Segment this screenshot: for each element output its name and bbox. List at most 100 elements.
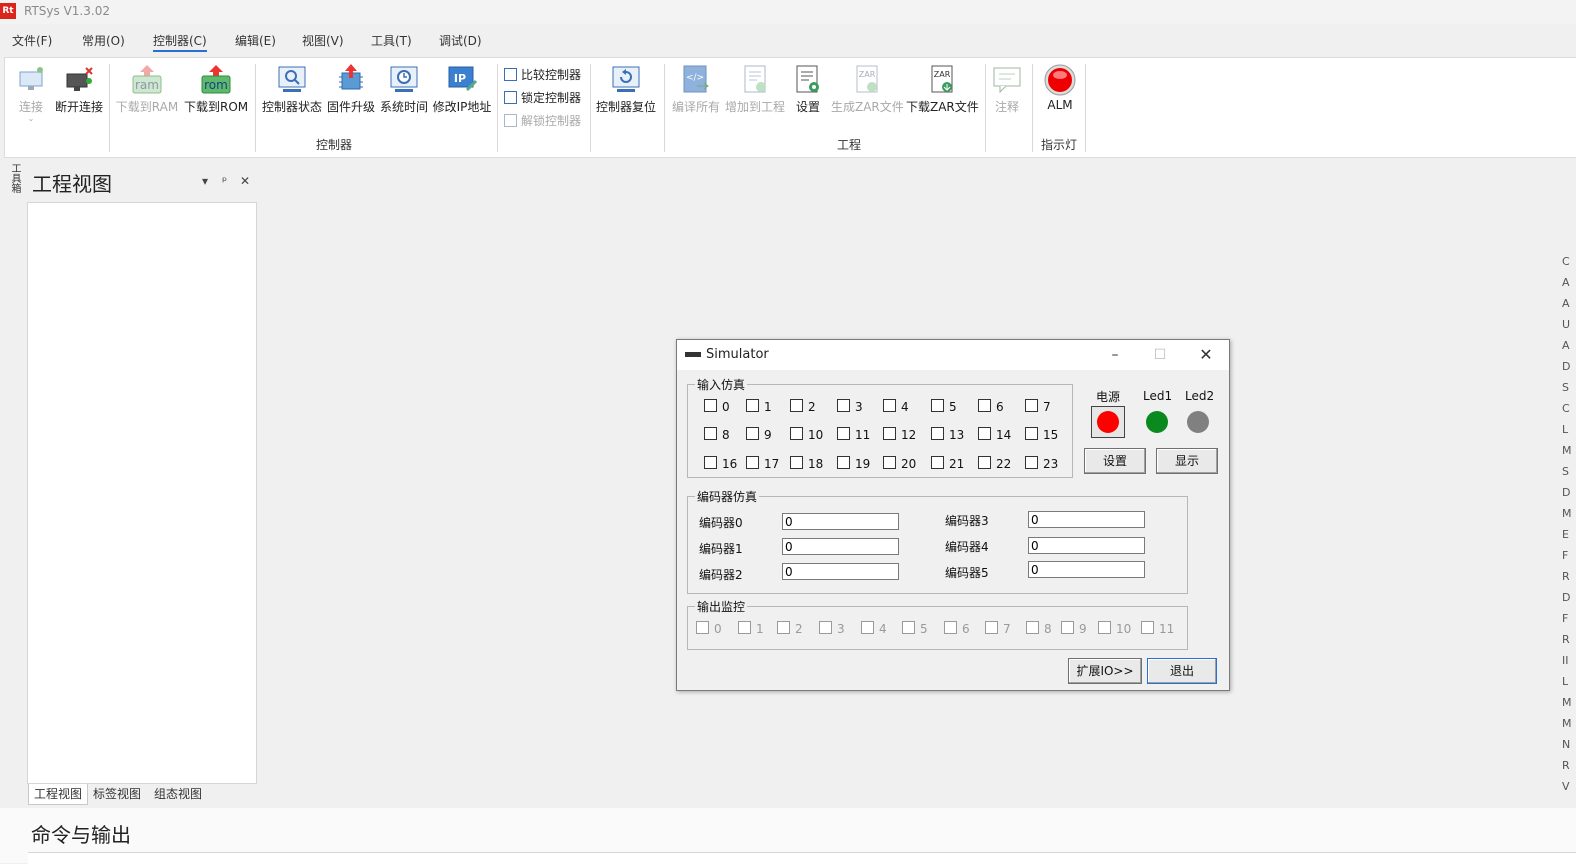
simulator-titlebar[interactable]: Simulator – ☐ ✕ — [677, 340, 1229, 370]
right-panel-item: A — [1562, 276, 1570, 289]
svg-text:</>: </> — [686, 73, 704, 83]
checkbox-box — [902, 621, 915, 634]
pane-close-icon[interactable]: ✕ — [240, 174, 250, 188]
set-button[interactable]: 设置 — [1084, 448, 1146, 474]
comment-button[interactable]: 注释 — [990, 64, 1024, 115]
download-ram-button[interactable]: ram 下载到RAM — [115, 64, 179, 115]
exit-button[interactable]: 退出 — [1147, 658, 1217, 684]
right-panel-item: A — [1562, 339, 1570, 352]
input-checkbox-label: 12 — [901, 428, 917, 442]
output-area[interactable] — [28, 852, 1576, 864]
encoder-5-field[interactable] — [1028, 561, 1145, 578]
checkbox-box — [837, 456, 850, 469]
download-rom-button[interactable]: rom 下载到ROM — [184, 64, 248, 115]
menu-tools[interactable]: 工具(T) — [371, 32, 412, 49]
checkbox-box — [746, 399, 759, 412]
tab-tag-view[interactable]: 标签视图 — [88, 784, 146, 804]
tab-config-view[interactable]: 组态视图 — [149, 784, 207, 804]
input-checkbox[interactable]: 17 — [746, 456, 779, 471]
output-checkbox-label: 3 — [837, 622, 845, 636]
checkbox-box — [696, 621, 709, 634]
power-toggle[interactable] — [1091, 406, 1125, 438]
encoder-4-field[interactable] — [1028, 537, 1145, 554]
input-checkbox[interactable]: 21 — [931, 456, 964, 471]
input-checkbox[interactable]: 3 — [837, 399, 863, 414]
input-checkbox[interactable]: 7 — [1025, 399, 1051, 414]
add-to-project-button[interactable]: 增加到工程 — [723, 64, 787, 115]
app-logo: Rt — [0, 3, 16, 19]
tab-project-view[interactable]: 工程视图 — [28, 784, 89, 805]
controller-reset-button[interactable]: 控制器复位 — [596, 64, 656, 115]
input-checkbox[interactable]: 11 — [837, 427, 870, 442]
modify-ip-button[interactable]: IP 修改IP地址 — [432, 64, 492, 115]
compile-icon: </> — [681, 64, 711, 94]
pane-dropdown-icon[interactable]: ▾ — [202, 174, 208, 188]
input-checkbox[interactable]: 2 — [790, 399, 816, 414]
compile-all-button[interactable]: </> 编译所有 — [671, 64, 721, 115]
input-checkbox[interactable]: 19 — [837, 456, 870, 471]
input-checkbox[interactable]: 10 — [790, 427, 823, 442]
connect-button[interactable]: 连接 ⌄ — [13, 64, 49, 123]
alm-indicator[interactable]: ALM — [1041, 64, 1079, 112]
settings-button[interactable]: 设置 — [793, 64, 823, 115]
menu-edit[interactable]: 编辑(E) — [235, 32, 276, 49]
close-icon[interactable]: ✕ — [1194, 345, 1218, 365]
input-checkbox[interactable]: 18 — [790, 456, 823, 471]
input-checkbox[interactable]: 4 — [883, 399, 909, 414]
project-tree[interactable] — [27, 202, 257, 784]
input-checkbox[interactable]: 1 — [746, 399, 772, 414]
unlock-controller-button[interactable]: 解锁控制器 — [504, 112, 581, 129]
encoder-1-field[interactable] — [782, 538, 899, 555]
firmware-upgrade-button[interactable]: 固件升级 — [326, 64, 376, 115]
toolbox-strip[interactable]: 工具箱 — [4, 163, 22, 213]
expand-io-button[interactable]: 扩展IO>> — [1068, 658, 1142, 684]
disconnect-button[interactable]: 断开连接 — [53, 64, 105, 115]
input-checkbox[interactable]: 22 — [978, 456, 1011, 471]
system-time-button[interactable]: 系统时间 — [379, 64, 429, 115]
minimize-icon[interactable]: – — [1103, 345, 1127, 365]
encoder-2-field[interactable] — [782, 563, 899, 580]
checkbox-box — [931, 427, 944, 440]
lock-icon — [504, 91, 517, 104]
input-checkbox[interactable]: 14 — [978, 427, 1011, 442]
input-checkbox-label: 3 — [855, 400, 863, 414]
chip-upgrade-icon — [336, 64, 366, 94]
input-checkbox[interactable]: 23 — [1025, 456, 1058, 471]
input-checkbox[interactable]: 8 — [704, 427, 730, 442]
input-checkbox-label: 18 — [808, 457, 824, 471]
output-checkbox: 10 — [1098, 621, 1131, 636]
lock-controller-button[interactable]: 锁定控制器 — [504, 89, 581, 106]
menu-file[interactable]: 文件(F) — [12, 32, 52, 49]
menu-controller[interactable]: 控制器(C) — [153, 32, 207, 52]
right-panel-item: F — [1562, 549, 1569, 562]
output-checkbox: 11 — [1141, 621, 1174, 636]
generate-zar-button[interactable]: ZAR 生成ZAR文件 — [831, 64, 904, 115]
compare-controller-button[interactable]: 比较控制器 — [504, 66, 581, 83]
input-checkbox[interactable]: 0 — [704, 399, 730, 414]
input-checkbox[interactable]: 16 — [704, 456, 737, 471]
input-checkbox[interactable]: 20 — [883, 456, 916, 471]
input-checkbox[interactable]: 9 — [746, 427, 772, 442]
input-checkbox[interactable]: 15 — [1025, 427, 1058, 442]
input-sim-group: 输入仿真 0 1 2 3 4 5 6 7 8 9 10 11 12 13 14 15 16 17 18 19 20 21 2… — [687, 376, 1073, 478]
menu-common[interactable]: 常用(O) — [82, 32, 125, 49]
input-checkbox[interactable]: 6 — [978, 399, 1004, 414]
input-checkbox[interactable]: 5 — [931, 399, 957, 414]
ribbon-toolbar: 连接 ⌄ 断开连接 ram 下载到RAM rom 下载到ROM 控制器状态 固件… — [4, 57, 1576, 158]
input-checkbox[interactable]: 13 — [931, 427, 964, 442]
input-checkbox[interactable]: 12 — [883, 427, 916, 442]
output-checkbox-label: 11 — [1159, 622, 1175, 636]
show-button[interactable]: 显示 — [1156, 448, 1218, 474]
menu-debug[interactable]: 调试(D) — [439, 32, 482, 49]
output-checkbox-label: 7 — [1003, 622, 1011, 636]
controller-status-button[interactable]: 控制器状态 — [262, 64, 322, 115]
input-checkbox-label: 14 — [996, 428, 1012, 442]
encoder-3-field[interactable] — [1028, 511, 1145, 528]
pane-pin-icon[interactable]: ᵖ — [222, 174, 227, 188]
menu-bar: 文件(F) 常用(O) 控制器(C) 编辑(E) 视图(V) 工具(T) 调试(… — [0, 28, 1576, 54]
encoder-0-field[interactable] — [782, 513, 899, 530]
menu-view[interactable]: 视图(V) — [302, 32, 344, 49]
zar-generate-icon: ZAR — [852, 64, 882, 94]
add-file-icon — [740, 64, 770, 94]
download-zar-button[interactable]: ZAR 下载ZAR文件 — [906, 64, 979, 115]
